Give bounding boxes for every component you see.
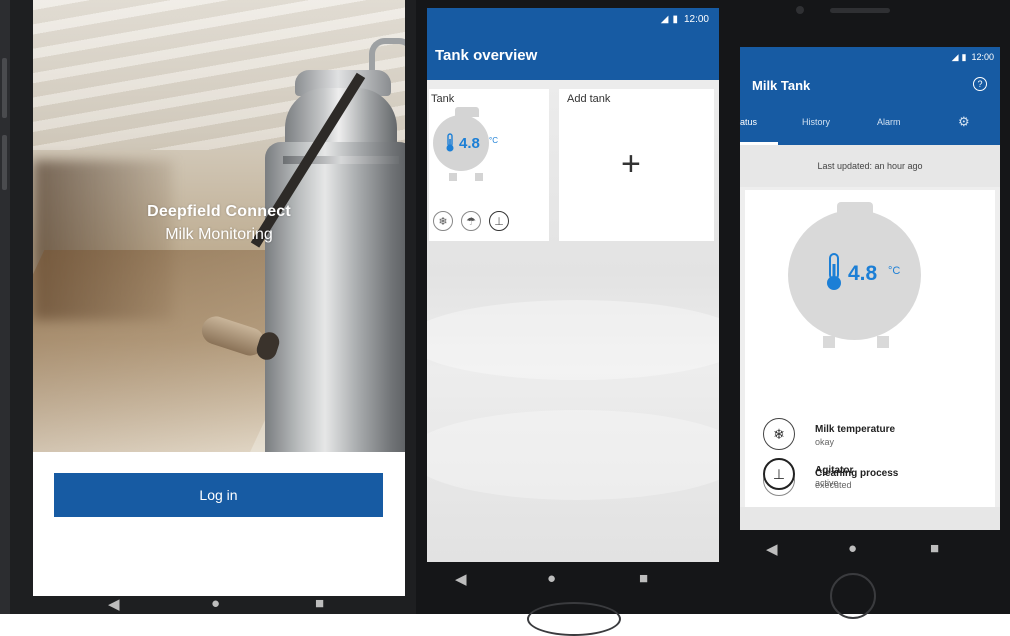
add-icon[interactable]: + <box>621 145 641 184</box>
thermometer-icon <box>446 133 454 152</box>
temperature-unit: °C <box>888 265 901 277</box>
tab-alarm[interactable]: Alarm <box>877 117 901 127</box>
home-icon[interactable]: ● <box>211 595 220 612</box>
tank-foot <box>475 173 483 181</box>
app-subtitle: Milk Monitoring <box>165 226 273 243</box>
agitator-icon: ⊥ <box>489 211 509 231</box>
tank-temperature: 4.8 <box>459 135 480 152</box>
bottom-strip <box>740 507 1000 530</box>
milk-can-photo: Deepfield Connect Milk Monitoring <box>33 0 405 452</box>
background-wave <box>427 300 719 380</box>
status-bar: ◢ ▮ 12:00 <box>427 8 719 30</box>
cleaning-spray-icon: ☂ <box>461 211 481 231</box>
status-row-temperature: ❄ Milk temperature okay <box>745 418 995 458</box>
thermometer-icon <box>827 253 841 290</box>
temperature-unit: °C <box>489 136 498 145</box>
power-button <box>2 135 7 190</box>
battery-icon: ▮ <box>672 13 678 25</box>
agitator-icon: ⊥ <box>763 458 795 490</box>
add-tank-card[interactable]: Add tank + <box>559 89 714 241</box>
tank-foot <box>823 336 835 348</box>
status-row-agitator: ⊥ Agitator active <box>745 458 995 498</box>
status-value: okay <box>815 437 835 447</box>
back-icon[interactable]: ◀ <box>455 570 467 588</box>
recents-icon[interactable]: ■ <box>930 540 939 557</box>
tank-card-label: Tank <box>431 93 455 105</box>
tank-foot <box>877 336 889 348</box>
status-time: 12:00 <box>683 13 709 25</box>
snowflake-icon: ❄ <box>763 418 795 450</box>
nav-bar: ◀ ● ■ <box>427 562 719 636</box>
recents-icon[interactable]: ■ <box>315 595 324 612</box>
status-value: active <box>815 478 839 488</box>
status-title: Milk temperature <box>815 424 896 435</box>
home-icon[interactable]: ● <box>848 540 857 557</box>
home-icon[interactable]: ● <box>547 570 556 587</box>
nav-bar: ◀ ● ■ <box>33 595 405 614</box>
last-updated: Last updated: an hour ago <box>740 145 1000 187</box>
page-title: Milk Tank <box>740 67 1000 103</box>
tab-history[interactable]: History <box>802 117 830 127</box>
status-time: 12:00 <box>971 52 994 62</box>
overview-screen: ◢ ▮ 12:00 Tank overview Tank 4.8 °C ❄ ☂ … <box>427 8 719 562</box>
gear-icon[interactable]: ⚙ <box>958 114 970 130</box>
recents-icon[interactable]: ■ <box>639 570 648 587</box>
signal-icon: ◢ <box>660 13 669 25</box>
home-button <box>527 602 621 636</box>
back-icon[interactable]: ◀ <box>108 595 120 613</box>
volume-button <box>2 58 7 118</box>
snowflake-icon: ❄ <box>433 211 453 231</box>
front-camera <box>796 6 804 14</box>
status-title: Agitator <box>815 465 854 476</box>
add-tank-label: Add tank <box>567 93 611 105</box>
tab-status[interactable]: atus <box>740 117 757 127</box>
tab-bar: atus History Alarm ⚙ <box>740 103 1000 145</box>
speaker-grille <box>830 8 890 13</box>
nav-bar: ◀ ● ■ <box>740 530 1000 570</box>
login-screen: Deepfield Connect Milk Monitoring Log in <box>33 0 405 596</box>
tank-card[interactable]: Tank 4.8 °C ❄ ☂ ⊥ <box>429 89 549 241</box>
page-title: Tank overview <box>427 30 719 80</box>
battery-icon: ▮ <box>961 51 967 62</box>
help-icon[interactable]: ? <box>973 77 987 91</box>
tank-foot <box>449 173 457 181</box>
login-button[interactable]: Log in <box>54 473 383 517</box>
status-bar: ◢ ▮ 12:00 <box>740 47 1000 67</box>
background-wave <box>427 410 719 500</box>
back-icon[interactable]: ◀ <box>766 540 778 558</box>
home-button <box>830 573 876 619</box>
tank-temperature: 4.8 <box>848 262 878 285</box>
signal-icon: ◢ <box>951 51 959 62</box>
app-name: Deepfield Connect <box>147 203 291 220</box>
